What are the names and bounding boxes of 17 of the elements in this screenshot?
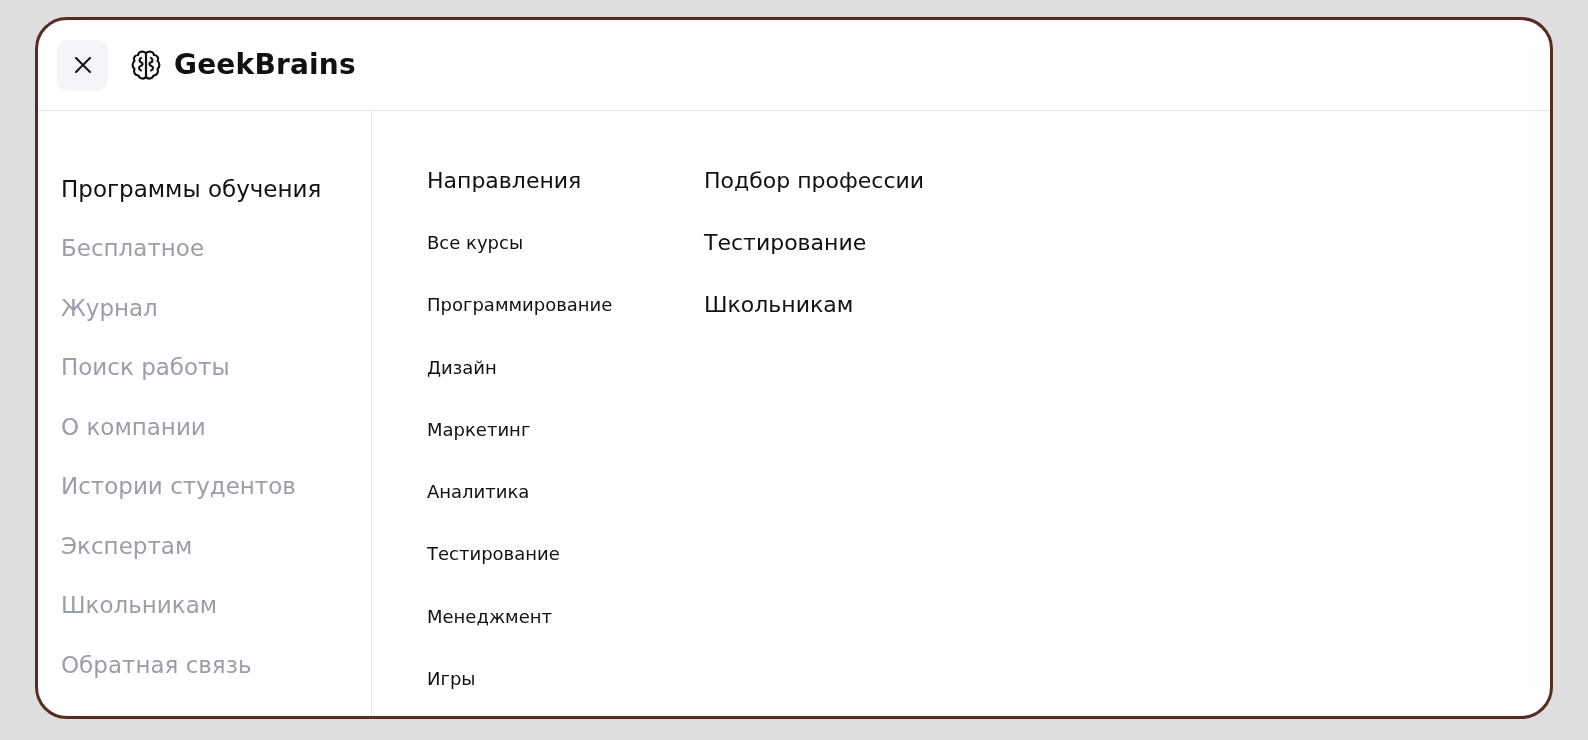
menu-link[interactable]: Школьникам [704,288,854,322]
direction-link[interactable]: Менеджмент [427,602,552,630]
close-icon [74,57,91,73]
logo-text[interactable]: GeekBrains [174,44,356,86]
direction-link[interactable]: Дизайн [427,353,497,381]
direction-link[interactable]: Тестирование [427,540,560,568]
menu-link[interactable]: Подбор профессии [704,163,925,197]
direction-link[interactable]: Программирование [427,291,613,319]
sidebar-item[interactable]: Программы обучения [61,171,322,206]
close-button[interactable] [57,39,108,91]
direction-link[interactable]: Маркетинг [427,415,531,443]
direction-link[interactable]: Все курсы [427,228,524,256]
brain-icon [130,49,162,81]
section-heading: Направления [427,166,582,195]
menu-link[interactable]: Тестирование [704,225,867,259]
direction-link[interactable]: Игры [427,665,476,692]
direction-link[interactable]: Аналитика [427,478,530,506]
